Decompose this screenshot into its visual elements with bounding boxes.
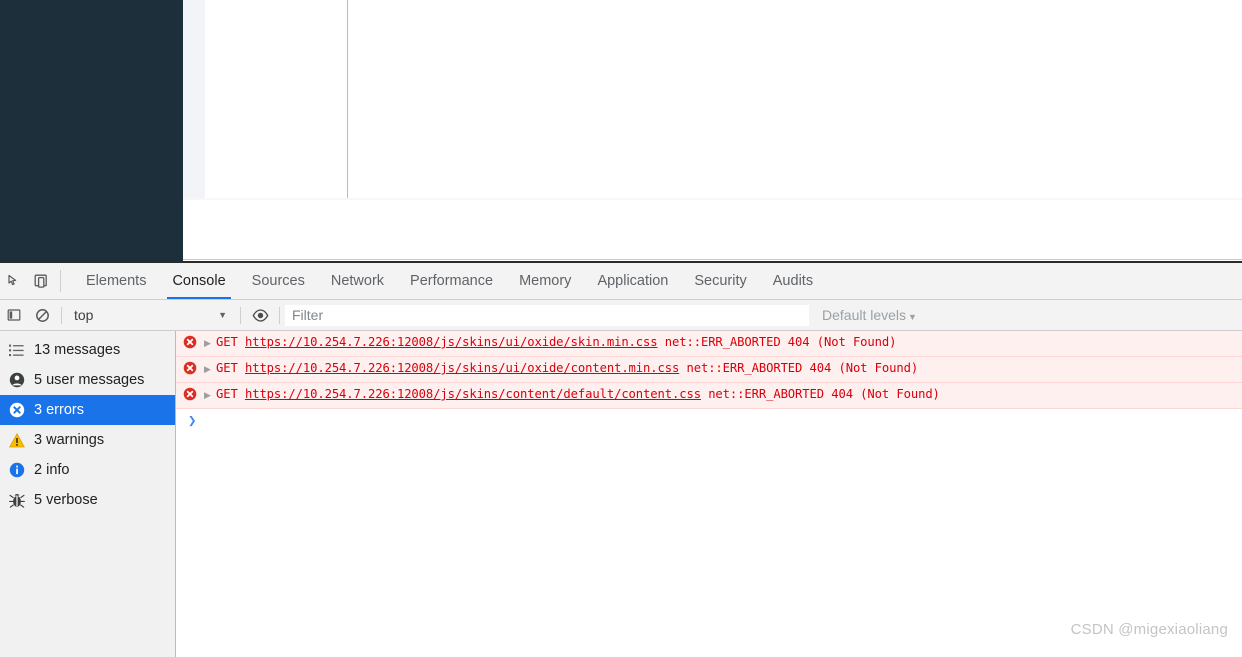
- console-sidebar-icon[interactable]: [0, 300, 28, 330]
- sidebar-item-label: 3 warnings: [34, 432, 105, 448]
- tab-network[interactable]: Network: [318, 263, 397, 299]
- devtools-tabbar: Elements Console Sources Network Perform…: [0, 263, 1242, 300]
- site-left-nav-panel[interactable]: [0, 0, 183, 261]
- info-icon: [9, 462, 34, 478]
- request-status: net::ERR_ABORTED 404 (Not Found): [708, 387, 940, 401]
- console-body: 13 messages 5 user messages 3 errors 3 w…: [0, 331, 1242, 657]
- request-status: net::ERR_ABORTED 404 (Not Found): [686, 361, 919, 375]
- filterbar-separator-1: [61, 306, 62, 324]
- console-message-row[interactable]: ▶ GET https://10.254.7.226:12008/js/skin…: [176, 331, 1242, 357]
- console-prompt[interactable]: ❯: [176, 410, 1242, 432]
- page-content-panel-right: [349, 0, 1242, 198]
- tab-audits[interactable]: Audits: [760, 263, 826, 299]
- tab-console[interactable]: Console: [159, 263, 238, 299]
- request-status: net::ERR_ABORTED 404 (Not Found): [664, 335, 897, 349]
- devtools-panel: Elements Console Sources Network Perform…: [0, 261, 1242, 657]
- sidebar-item-user-messages[interactable]: 5 user messages: [0, 365, 175, 395]
- devtools-tab-list: Elements Console Sources Network Perform…: [73, 263, 826, 299]
- chevron-down-icon: ▼: [908, 312, 917, 322]
- list-icon: [9, 344, 34, 357]
- watermark: CSDN @migexiaoliang: [1070, 621, 1228, 638]
- request-url-link[interactable]: https://10.254.7.226:12008/js/skins/ui/o…: [245, 335, 658, 349]
- tab-sources[interactable]: Sources: [239, 263, 318, 299]
- filterbar-separator-2: [240, 306, 241, 324]
- sidebar-item-label: 5 verbose: [34, 492, 98, 508]
- verbose-icon: [9, 493, 34, 508]
- expand-triangle-icon[interactable]: ▶: [204, 385, 216, 405]
- log-levels-label: Default levels: [822, 307, 907, 323]
- sidebar-item-warnings[interactable]: 3 warnings: [0, 425, 175, 455]
- sidebar-item-info[interactable]: 2 info: [0, 455, 175, 485]
- sidebar-item-label: 13 messages: [34, 342, 121, 358]
- execution-context-value: top: [74, 307, 94, 323]
- console-filter-toolbar: top ▼ Default levels▼: [0, 300, 1242, 331]
- sidebar-item-messages[interactable]: 13 messages: [0, 335, 175, 365]
- console-message-text: GET https://10.254.7.226:12008/js/skins/…: [216, 359, 1242, 378]
- sidebar-item-verbose[interactable]: 5 verbose: [0, 485, 175, 515]
- error-icon: [176, 333, 204, 349]
- live-expression-icon[interactable]: [246, 300, 274, 330]
- clear-console-icon[interactable]: [28, 300, 56, 330]
- page-content-panel-left: [205, 0, 348, 198]
- console-message-row[interactable]: ▶ GET https://10.254.7.226:12008/js/skin…: [176, 382, 1242, 409]
- request-method: GET: [216, 387, 238, 401]
- filter-input[interactable]: [285, 304, 809, 326]
- toolbar-separator: [60, 270, 61, 292]
- log-levels-dropdown[interactable]: Default levels ▼: [822, 307, 917, 323]
- device-toolbar-icon[interactable]: [28, 263, 56, 299]
- sidebar-item-errors[interactable]: 3 errors: [0, 395, 175, 425]
- execution-context-selector[interactable]: top ▼: [67, 304, 235, 326]
- warning-icon: [9, 432, 34, 448]
- expand-triangle-icon[interactable]: ▶: [204, 359, 216, 379]
- filterbar-separator-3: [279, 306, 280, 324]
- tab-security[interactable]: Security: [681, 263, 759, 299]
- error-icon: [9, 402, 34, 418]
- request-url-link[interactable]: https://10.254.7.226:12008/js/skins/cont…: [245, 387, 701, 401]
- user-icon: [9, 372, 34, 388]
- error-icon: [176, 385, 204, 401]
- prompt-caret-icon: ❯: [188, 413, 197, 429]
- tab-performance[interactable]: Performance: [397, 263, 506, 299]
- tab-memory[interactable]: Memory: [506, 263, 584, 299]
- error-icon: [176, 359, 204, 375]
- tab-application[interactable]: Application: [584, 263, 681, 299]
- console-sidebar: 13 messages 5 user messages 3 errors 3 w…: [0, 331, 176, 657]
- sidebar-item-label: 2 info: [34, 462, 70, 478]
- console-message-list: ▶ GET https://10.254.7.226:12008/js/skin…: [176, 331, 1242, 657]
- chevron-down-icon: ▼: [218, 310, 227, 320]
- request-method: GET: [216, 361, 238, 375]
- request-url-link[interactable]: https://10.254.7.226:12008/js/skins/ui/o…: [245, 361, 679, 375]
- console-message-row[interactable]: ▶ GET https://10.254.7.226:12008/js/skin…: [176, 356, 1242, 383]
- page-content-divider: [183, 198, 1242, 200]
- request-method: GET: [216, 335, 238, 349]
- tab-elements[interactable]: Elements: [73, 263, 159, 299]
- web-page-viewport: [0, 0, 1242, 261]
- sidebar-item-label: 5 user messages: [34, 372, 145, 388]
- console-message-text: GET https://10.254.7.226:12008/js/skins/…: [216, 385, 1242, 404]
- page-bottom-rule: [183, 259, 1242, 260]
- expand-triangle-icon[interactable]: ▶: [204, 333, 216, 353]
- inspect-element-icon[interactable]: [0, 263, 28, 299]
- sidebar-item-label: 3 errors: [34, 402, 84, 418]
- page-gutter: [183, 0, 205, 198]
- console-message-text: GET https://10.254.7.226:12008/js/skins/…: [216, 333, 1242, 352]
